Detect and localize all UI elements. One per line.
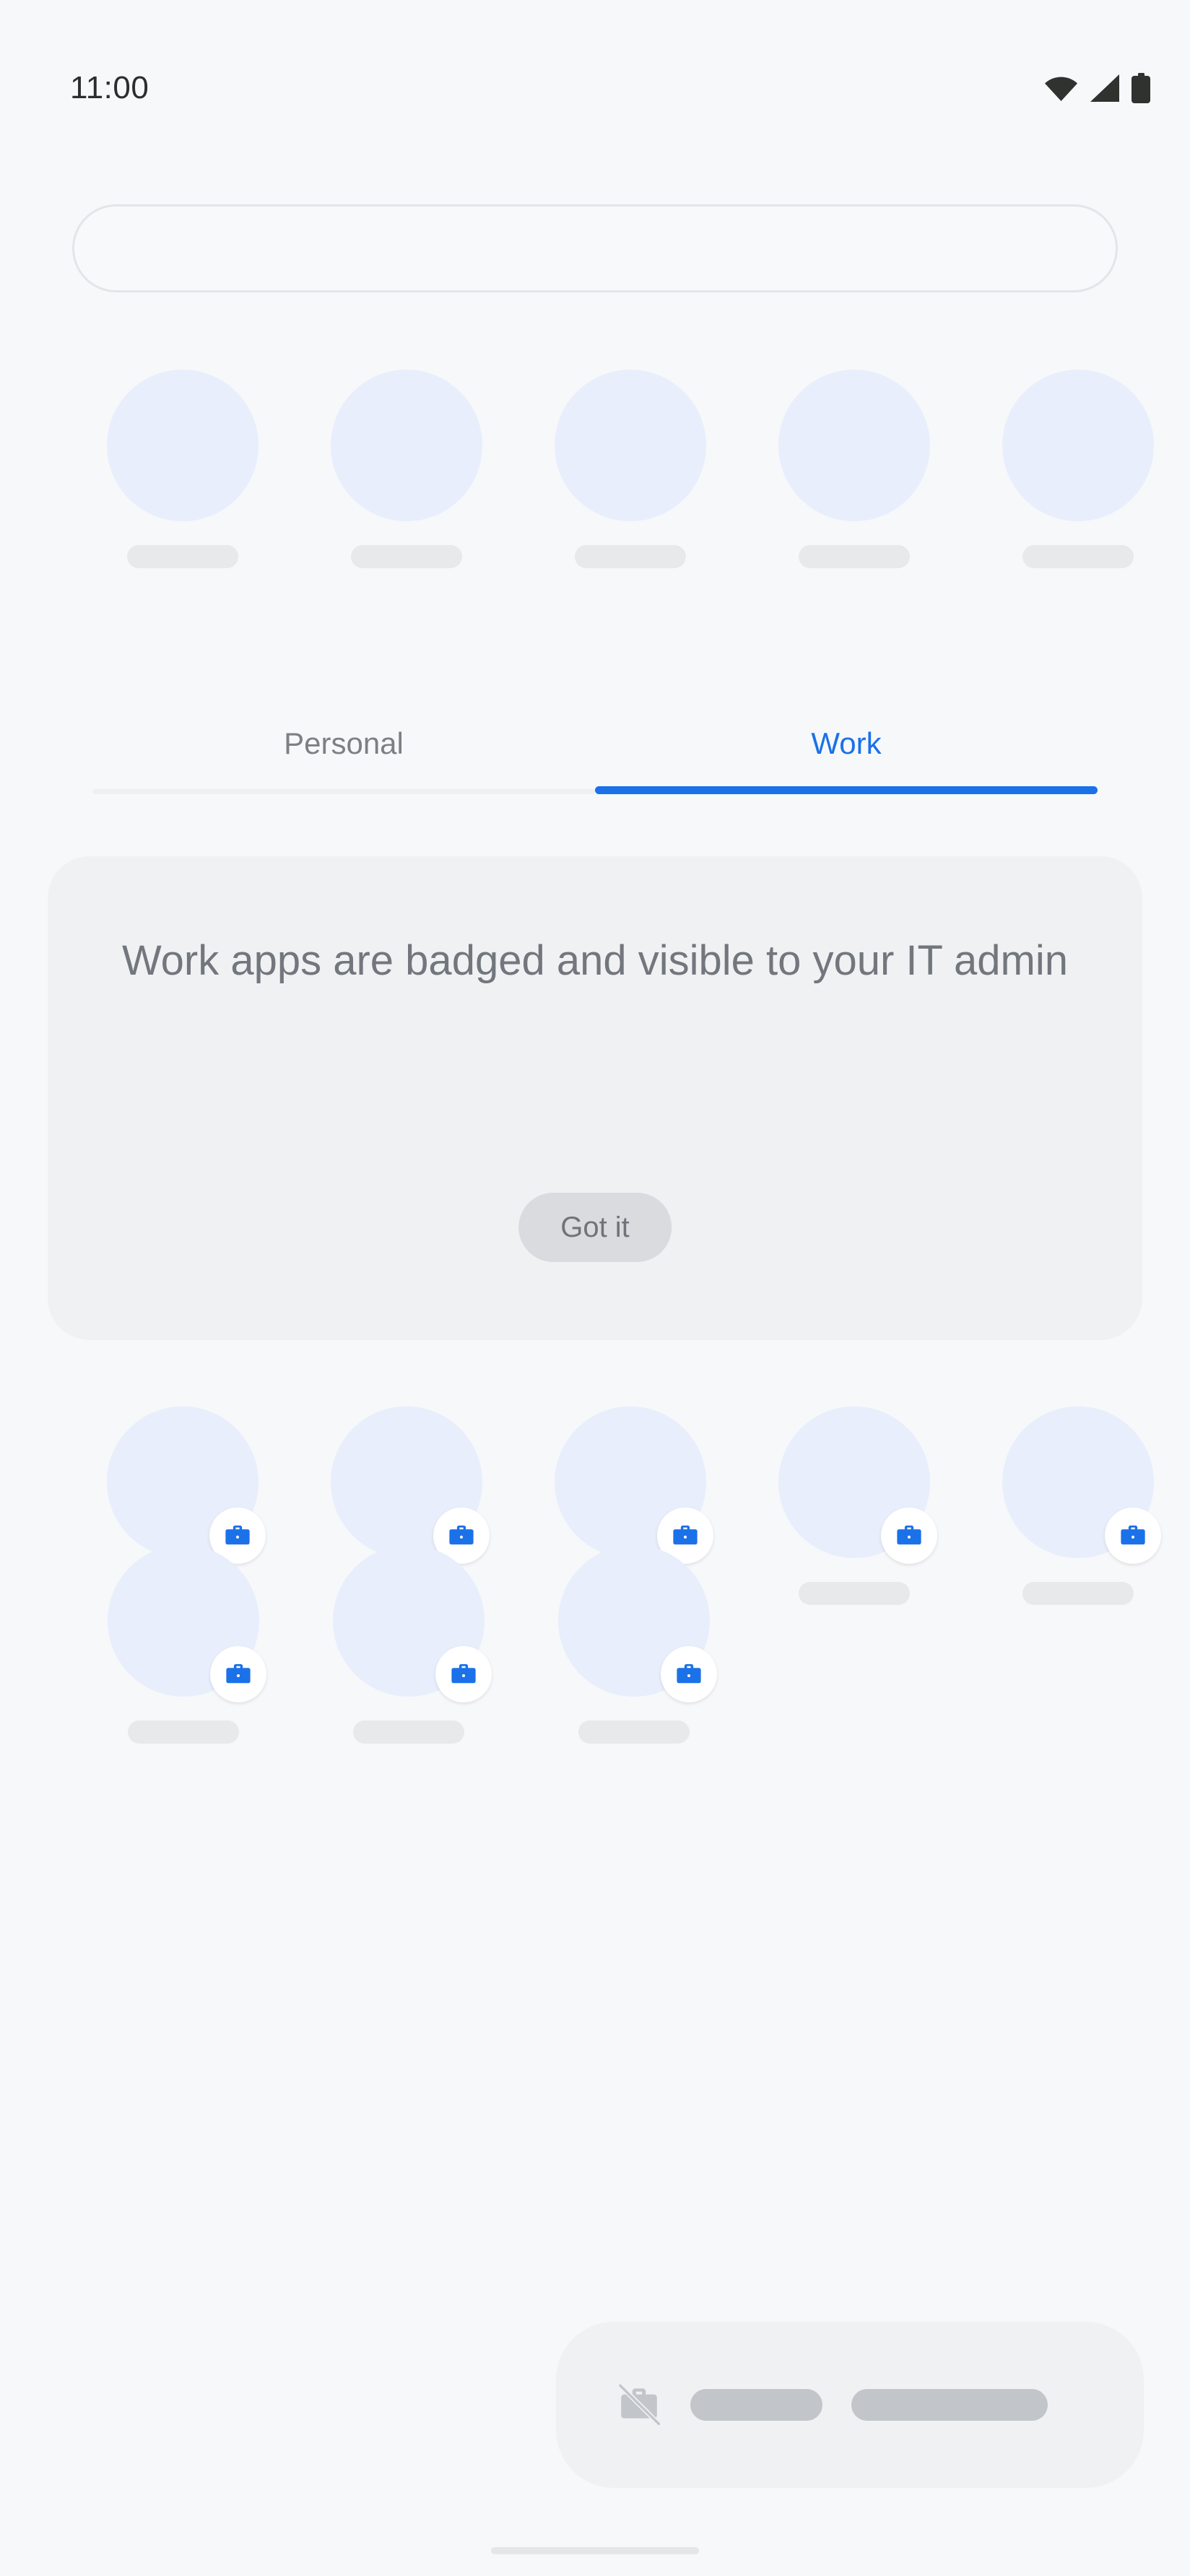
- status-bar-clock: 11:00: [70, 70, 149, 105]
- search-input[interactable]: [72, 204, 1118, 292]
- app-suggestion-row: [0, 370, 1190, 568]
- app-icon-placeholder[interactable]: [558, 1545, 717, 1702]
- got-it-button[interactable]: Got it: [518, 1193, 672, 1262]
- app-icon-placeholder[interactable]: [1002, 370, 1154, 521]
- status-bar-icons: [1044, 71, 1150, 105]
- work-app-row-2: [0, 1545, 1190, 1744]
- app-icon-placeholder[interactable]: [331, 370, 482, 521]
- app-icon-placeholder[interactable]: [555, 370, 706, 521]
- wifi-icon: [1044, 74, 1078, 103]
- app-icon-placeholder[interactable]: [778, 1406, 937, 1564]
- work-briefcase-icon: [661, 1646, 717, 1702]
- pause-work-apps-card[interactable]: [556, 2322, 1144, 2488]
- app-label-placeholder: [1022, 545, 1134, 568]
- app-icon-placeholder[interactable]: [555, 1406, 713, 1564]
- app-item[interactable]: [295, 370, 518, 568]
- tab-indicator-inactive: [92, 789, 595, 794]
- app-item[interactable]: [521, 1545, 747, 1744]
- app-label-placeholder: [351, 545, 462, 568]
- app-item[interactable]: [71, 370, 295, 568]
- tab-indicator-active: [595, 786, 1098, 794]
- app-label-placeholder: [575, 545, 686, 568]
- app-icon-placeholder[interactable]: [107, 1406, 266, 1564]
- work-briefcase-icon: [210, 1646, 266, 1702]
- work-profile-info-card: Work apps are badged and visible to your…: [48, 856, 1142, 1340]
- tab-work-label: Work: [811, 726, 882, 760]
- status-bar: 11:00: [0, 0, 1190, 130]
- app-label-placeholder: [127, 545, 238, 568]
- app-icon-placeholder[interactable]: [778, 370, 930, 521]
- battery-full-icon: [1132, 73, 1150, 103]
- briefcase-off-icon: [617, 2382, 662, 2427]
- app-item[interactable]: [966, 370, 1190, 568]
- app-icon-placeholder[interactable]: [331, 1406, 490, 1564]
- home-indicator[interactable]: [491, 2547, 699, 2554]
- dock-label-placeholder-primary: [690, 2389, 822, 2421]
- app-icon-placeholder[interactable]: [108, 1545, 266, 1702]
- dock-label-placeholder-secondary: [851, 2389, 1048, 2421]
- tab-work[interactable]: Work: [595, 704, 1098, 783]
- app-icon-placeholder[interactable]: [107, 370, 259, 521]
- tab-personal-label: Personal: [284, 726, 404, 760]
- app-label-placeholder: [128, 1720, 239, 1744]
- app-label-placeholder: [578, 1720, 690, 1744]
- work-profile-info-text: Work apps are badged and visible to your…: [121, 937, 1069, 984]
- app-icon-placeholder[interactable]: [1002, 1406, 1161, 1564]
- app-icon-placeholder[interactable]: [333, 1545, 492, 1702]
- work-briefcase-icon: [435, 1646, 492, 1702]
- tab-personal[interactable]: Personal: [92, 704, 595, 783]
- app-label-placeholder: [799, 545, 910, 568]
- app-item[interactable]: [742, 370, 966, 568]
- app-item[interactable]: [71, 1545, 296, 1744]
- app-item[interactable]: [518, 370, 742, 568]
- profile-tabs: Personal Work: [92, 704, 1098, 794]
- app-label-placeholder: [353, 1720, 464, 1744]
- cell-signal-icon: [1090, 74, 1120, 103]
- app-item[interactable]: [296, 1545, 521, 1744]
